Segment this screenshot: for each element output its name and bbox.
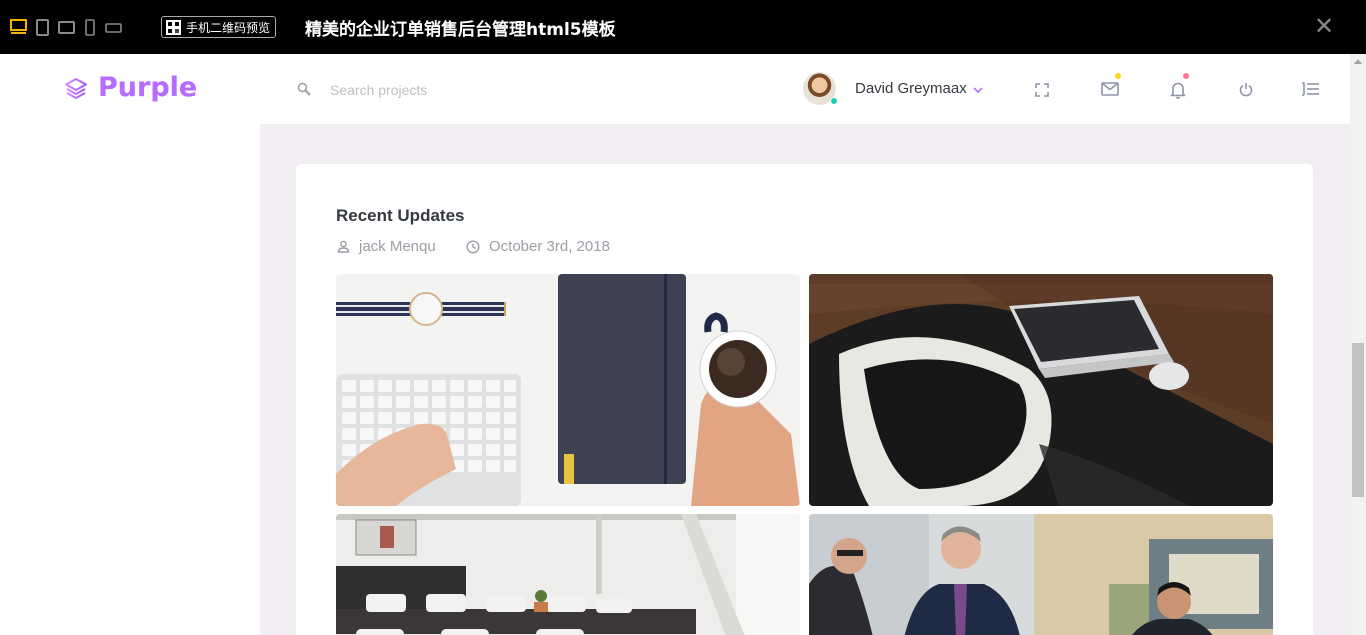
qr-preview-label: 手机二维码预览 — [186, 20, 271, 35]
fullscreen-icon[interactable] — [1035, 83, 1049, 97]
qr-preview-button[interactable]: 手机二维码预览 — [161, 16, 276, 38]
clock-icon — [466, 239, 480, 254]
tablet-portrait-icon[interactable] — [36, 19, 49, 36]
account-icon — [337, 240, 350, 253]
qr-code-icon — [166, 19, 181, 35]
navbar: Purple David Greymaax — [0, 54, 1350, 124]
bell-badge — [1183, 73, 1189, 79]
meeting-room-photo[interactable] — [336, 514, 800, 635]
post-date: October 3rd, 2018 — [489, 238, 610, 255]
bell-icon[interactable] — [1170, 81, 1186, 99]
phone-landscape-icon[interactable] — [105, 19, 122, 36]
profile-dropdown[interactable]: David Greymaax — [803, 72, 983, 105]
date-meta: October 3rd, 2018 — [466, 238, 610, 255]
sidebar — [0, 124, 260, 635]
author-name: jack Menqu — [359, 238, 436, 255]
profile-name: David Greymaax — [855, 80, 967, 97]
recent-updates-card: Recent Updates jack Menqu October 3rd, 2… — [296, 164, 1313, 635]
online-status-dot — [830, 97, 838, 105]
avatar — [803, 72, 838, 105]
scrollbar-thumb[interactable] — [1352, 343, 1364, 497]
chevron-down-icon — [973, 86, 983, 93]
mail-icon[interactable] — [1101, 82, 1119, 96]
power-icon[interactable] — [1239, 82, 1253, 97]
laptop-desk-chair-photo[interactable] — [809, 274, 1273, 506]
search-input[interactable] — [330, 78, 630, 102]
card-title: Recent Updates — [336, 206, 465, 225]
search-icon — [297, 82, 311, 96]
preview-title: 精美的企业订单销售后台管理html5模板 — [305, 20, 616, 40]
format-list-icon[interactable] — [1301, 82, 1319, 96]
scroll-up-arrow-icon[interactable] — [1354, 59, 1362, 64]
close-icon[interactable]: ✕ — [1314, 13, 1334, 39]
author-meta: jack Menqu — [337, 238, 436, 255]
brand-logo[interactable]: Purple — [64, 72, 197, 103]
brand-name: Purple — [98, 72, 198, 103]
mail-badge — [1115, 73, 1121, 79]
preview-bar: 手机二维码预览 精美的企业订单销售后台管理html5模板 ✕ — [0, 0, 1366, 54]
tablet-landscape-icon[interactable] — [58, 19, 75, 36]
layers-icon — [65, 77, 87, 99]
page-scrollbar[interactable] — [1350, 54, 1366, 635]
workspace-keyboard-coffee-photo[interactable] — [336, 274, 800, 506]
desktop-icon[interactable] — [10, 19, 27, 36]
phone-portrait-icon[interactable] — [85, 19, 95, 36]
business-meeting-photo[interactable] — [809, 514, 1273, 635]
